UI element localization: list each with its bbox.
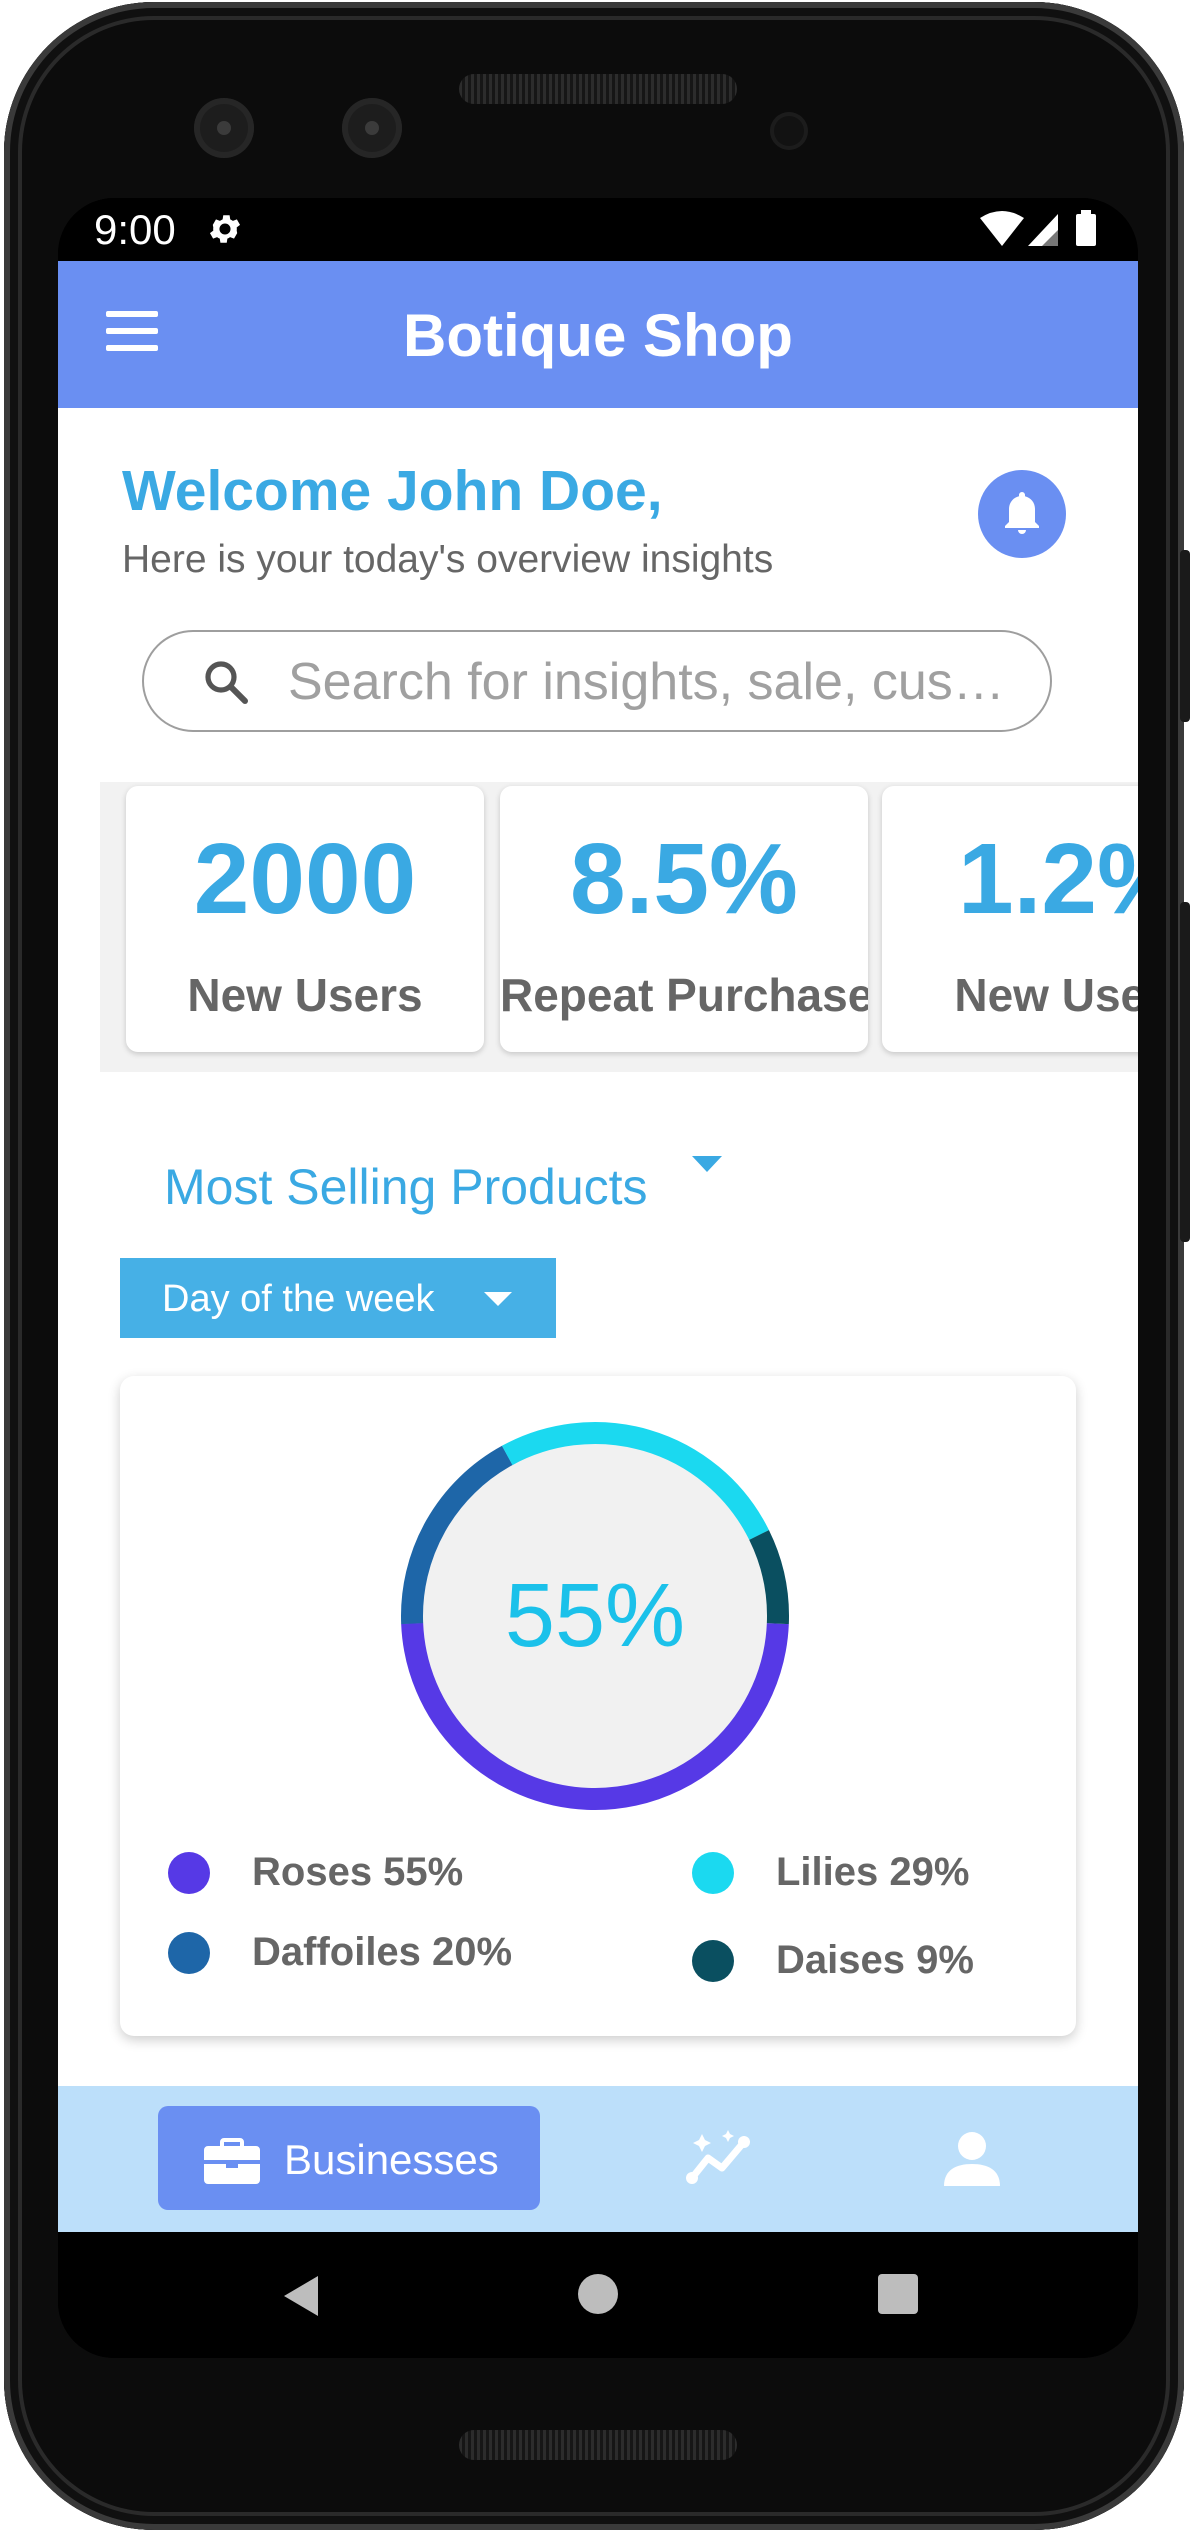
app-title: Botique Shop bbox=[403, 302, 793, 369]
power-button bbox=[1180, 550, 1190, 722]
bottom-navigation: Businesses bbox=[58, 2086, 1138, 2232]
stat-card-new-users[interactable]: 2000 New Users bbox=[126, 786, 484, 1052]
stat-card-repeat-purchase[interactable]: 8.5% Repeat Purchase bbox=[500, 786, 868, 1052]
day-filter-dropdown[interactable]: Day of the week bbox=[120, 1258, 556, 1338]
legend-dot bbox=[168, 1931, 210, 1974]
system-navigation-bar bbox=[58, 2232, 1138, 2358]
legend-dot bbox=[692, 1939, 734, 1982]
volume-button bbox=[1180, 902, 1190, 1242]
section-title: Most Selling Products bbox=[164, 1159, 648, 1215]
legend-item-lilies: Lilies 29% bbox=[692, 1850, 969, 1895]
stat-card-new-users-rate[interactable]: 1.2% New Users bbox=[882, 786, 1138, 1052]
stat-value: 8.5% bbox=[570, 823, 798, 935]
front-camera-left bbox=[194, 98, 254, 158]
system-icons bbox=[980, 210, 1096, 246]
legend-item-daffoiles: Daffoiles 20% bbox=[168, 1930, 512, 1975]
notification-button[interactable] bbox=[978, 470, 1066, 558]
welcome-subtitle: Here is your today's overview insights bbox=[122, 538, 774, 581]
stat-label: Repeat Purchase bbox=[500, 969, 868, 1021]
proximity-sensor bbox=[770, 112, 808, 150]
legend-item-roses: Roses 55% bbox=[168, 1850, 463, 1895]
stat-label: New Users bbox=[187, 969, 423, 1021]
wifi-icon bbox=[980, 211, 1024, 246]
section-dropdown-caret-icon[interactable] bbox=[692, 1156, 722, 1172]
gear-icon bbox=[209, 215, 241, 243]
legend-label: Daises 9% bbox=[776, 1938, 974, 1982]
battery-icon bbox=[1076, 214, 1096, 246]
chevron-down-icon bbox=[484, 1292, 512, 1306]
legend-label: Daffoiles 20% bbox=[252, 1930, 513, 1974]
nav-businesses-label: Businesses bbox=[284, 2136, 499, 2183]
earpiece-speaker bbox=[459, 74, 737, 104]
nav-businesses-button[interactable]: Businesses bbox=[158, 2106, 540, 2210]
stat-label: New Users bbox=[954, 969, 1138, 1021]
analytics-icon[interactable] bbox=[684, 2122, 756, 2194]
stat-value: 2000 bbox=[193, 823, 417, 935]
day-filter-value: Day of the week bbox=[162, 1278, 435, 1320]
legend-dot bbox=[168, 1851, 210, 1894]
recents-icon[interactable] bbox=[876, 2272, 920, 2316]
welcome-heading: Welcome John Doe, bbox=[122, 459, 663, 523]
search-icon bbox=[205, 661, 248, 704]
legend-label: Lilies 29% bbox=[776, 1850, 970, 1894]
legend-item-daises: Daises 9% bbox=[692, 1938, 974, 1983]
search-input[interactable] bbox=[286, 646, 1020, 718]
bell-icon bbox=[1005, 492, 1039, 534]
chart-card: 55% Roses 55% Daffoiles 20% Lilies 29% D… bbox=[120, 1376, 1076, 2036]
bottom-speaker bbox=[459, 2430, 737, 2460]
back-icon[interactable] bbox=[278, 2272, 322, 2320]
donut-center-label: 55% bbox=[504, 1565, 686, 1666]
briefcase-icon bbox=[204, 2138, 260, 2184]
main-content: Welcome John Doe, Here is your today's o… bbox=[58, 408, 1138, 2086]
stats-carousel[interactable]: 2000 New Users 8.5% Repeat Purchase 1.2%… bbox=[100, 782, 1138, 1072]
front-camera-right bbox=[342, 98, 402, 158]
home-icon[interactable] bbox=[576, 2272, 620, 2316]
search-bar[interactable] bbox=[142, 630, 1052, 732]
app-bar: Botique Shop bbox=[58, 261, 1138, 408]
person-icon[interactable] bbox=[936, 2122, 1008, 2194]
status-bar: 9:00 bbox=[58, 198, 1138, 261]
legend-dot bbox=[692, 1851, 734, 1894]
screen: 9:00 Botique Shop Welcome John Doe, Here… bbox=[58, 198, 1138, 2358]
phone-frame: 9:00 Botique Shop Welcome John Doe, Here… bbox=[4, 2, 1190, 2530]
stat-value: 1.2% bbox=[958, 823, 1138, 935]
legend-label: Roses 55% bbox=[252, 1850, 464, 1894]
status-time: 9:00 bbox=[94, 206, 176, 253]
